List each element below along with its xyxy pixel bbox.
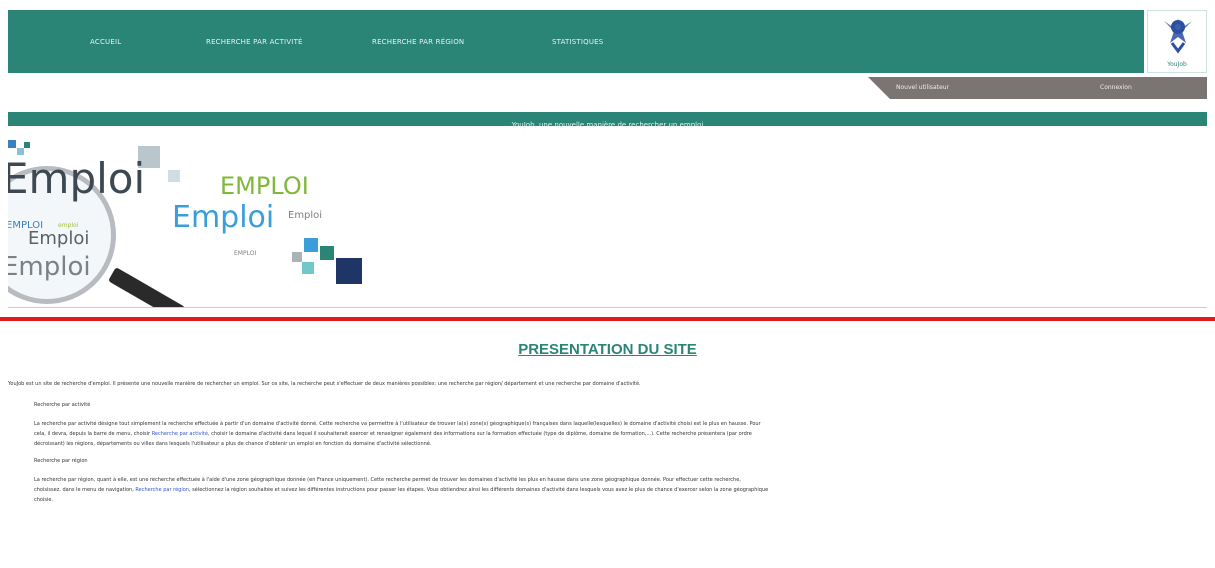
slogan-bar: YouJob, une nouvelle manière de recherch… (8, 112, 1207, 129)
text-line: décroissant) les régions, départements o… (34, 441, 432, 447)
text-span: , choisir le domaine d'activité dans leq… (207, 431, 752, 437)
logo-figure-icon (1164, 19, 1192, 54)
text-line: La recherche par activité désigne tout s… (34, 421, 761, 427)
banner-square (8, 140, 16, 148)
magnifier-handle (108, 267, 186, 307)
banner-square (24, 142, 30, 148)
recherche-par-activite-link[interactable]: Recherche par activité (152, 431, 208, 437)
text-span: , sélectionnez la région souhaitée et su… (188, 487, 769, 493)
banner-square (292, 252, 302, 262)
section-text-region: La recherche par région, quant à elle, e… (34, 475, 1209, 505)
banner-word-lens-large: Emploi (8, 252, 91, 282)
banner-square (336, 258, 362, 284)
recherche-par-region-link[interactable]: Recherche par région (135, 487, 189, 493)
banner-word-emploi: Emploi (172, 200, 275, 235)
banner-square (304, 238, 318, 252)
banner-word-emploi-caps: EMPLOI (220, 172, 309, 200)
text-line: choisissez, dans le menu de navigation, … (34, 485, 1209, 495)
text-line: cela, il devra, depuis la barre de menu,… (34, 429, 1209, 439)
section-heading-activite: Recherche par activité (34, 402, 91, 408)
intro-paragraph: YouJob est un site de recherche d'emploi… (8, 381, 641, 387)
top-navigation-bar: Accueil Recherche par activité Recherche… (8, 10, 1144, 73)
section-heading-region: Recherche par région (34, 458, 88, 464)
text-line: La recherche par région, quant à elle, e… (34, 477, 741, 483)
banner-image: Emploi EMPLOI emploi Emploi Emploi EMPLO… (8, 130, 1207, 308)
text-line: choisie. (34, 497, 54, 503)
banner-word-lens: Emploi (28, 228, 90, 249)
logo-text: YouJob (1167, 61, 1187, 68)
page-title: PRESENTATION DU SITE (518, 341, 697, 358)
nav-item-recherche-par-region[interactable]: Recherche par région (372, 38, 464, 46)
banner-word-emploi-small: Emploi (288, 210, 323, 221)
banner-word-large: Emploi (8, 154, 146, 203)
separator-line (0, 317, 1215, 321)
slogan-text: YouJob, une nouvelle manière de recherch… (511, 121, 704, 129)
section-text-activite: La recherche par activité désigne tout s… (34, 419, 1209, 449)
banner-square (320, 246, 334, 260)
user-bar: Nouvel utilisateur Connexion (868, 77, 1207, 99)
text-span: choisissez, dans le menu de navigation, (34, 487, 136, 493)
banner-square (168, 170, 180, 182)
nav-item-accueil[interactable]: Accueil (90, 38, 121, 46)
banner-square (302, 262, 314, 274)
new-user-link[interactable]: Nouvel utilisateur (896, 84, 949, 91)
site-logo[interactable]: YouJob (1147, 10, 1207, 73)
nav-item-statistiques[interactable]: Statistiques (552, 38, 603, 46)
text-span: cela, il devra, depuis la barre de menu,… (34, 431, 152, 437)
nav-item-recherche-par-activite[interactable]: Recherche par activité (206, 38, 303, 46)
login-link[interactable]: Connexion (1100, 84, 1132, 91)
banner-word-emploi-tiny: EMPLOI (234, 250, 257, 257)
